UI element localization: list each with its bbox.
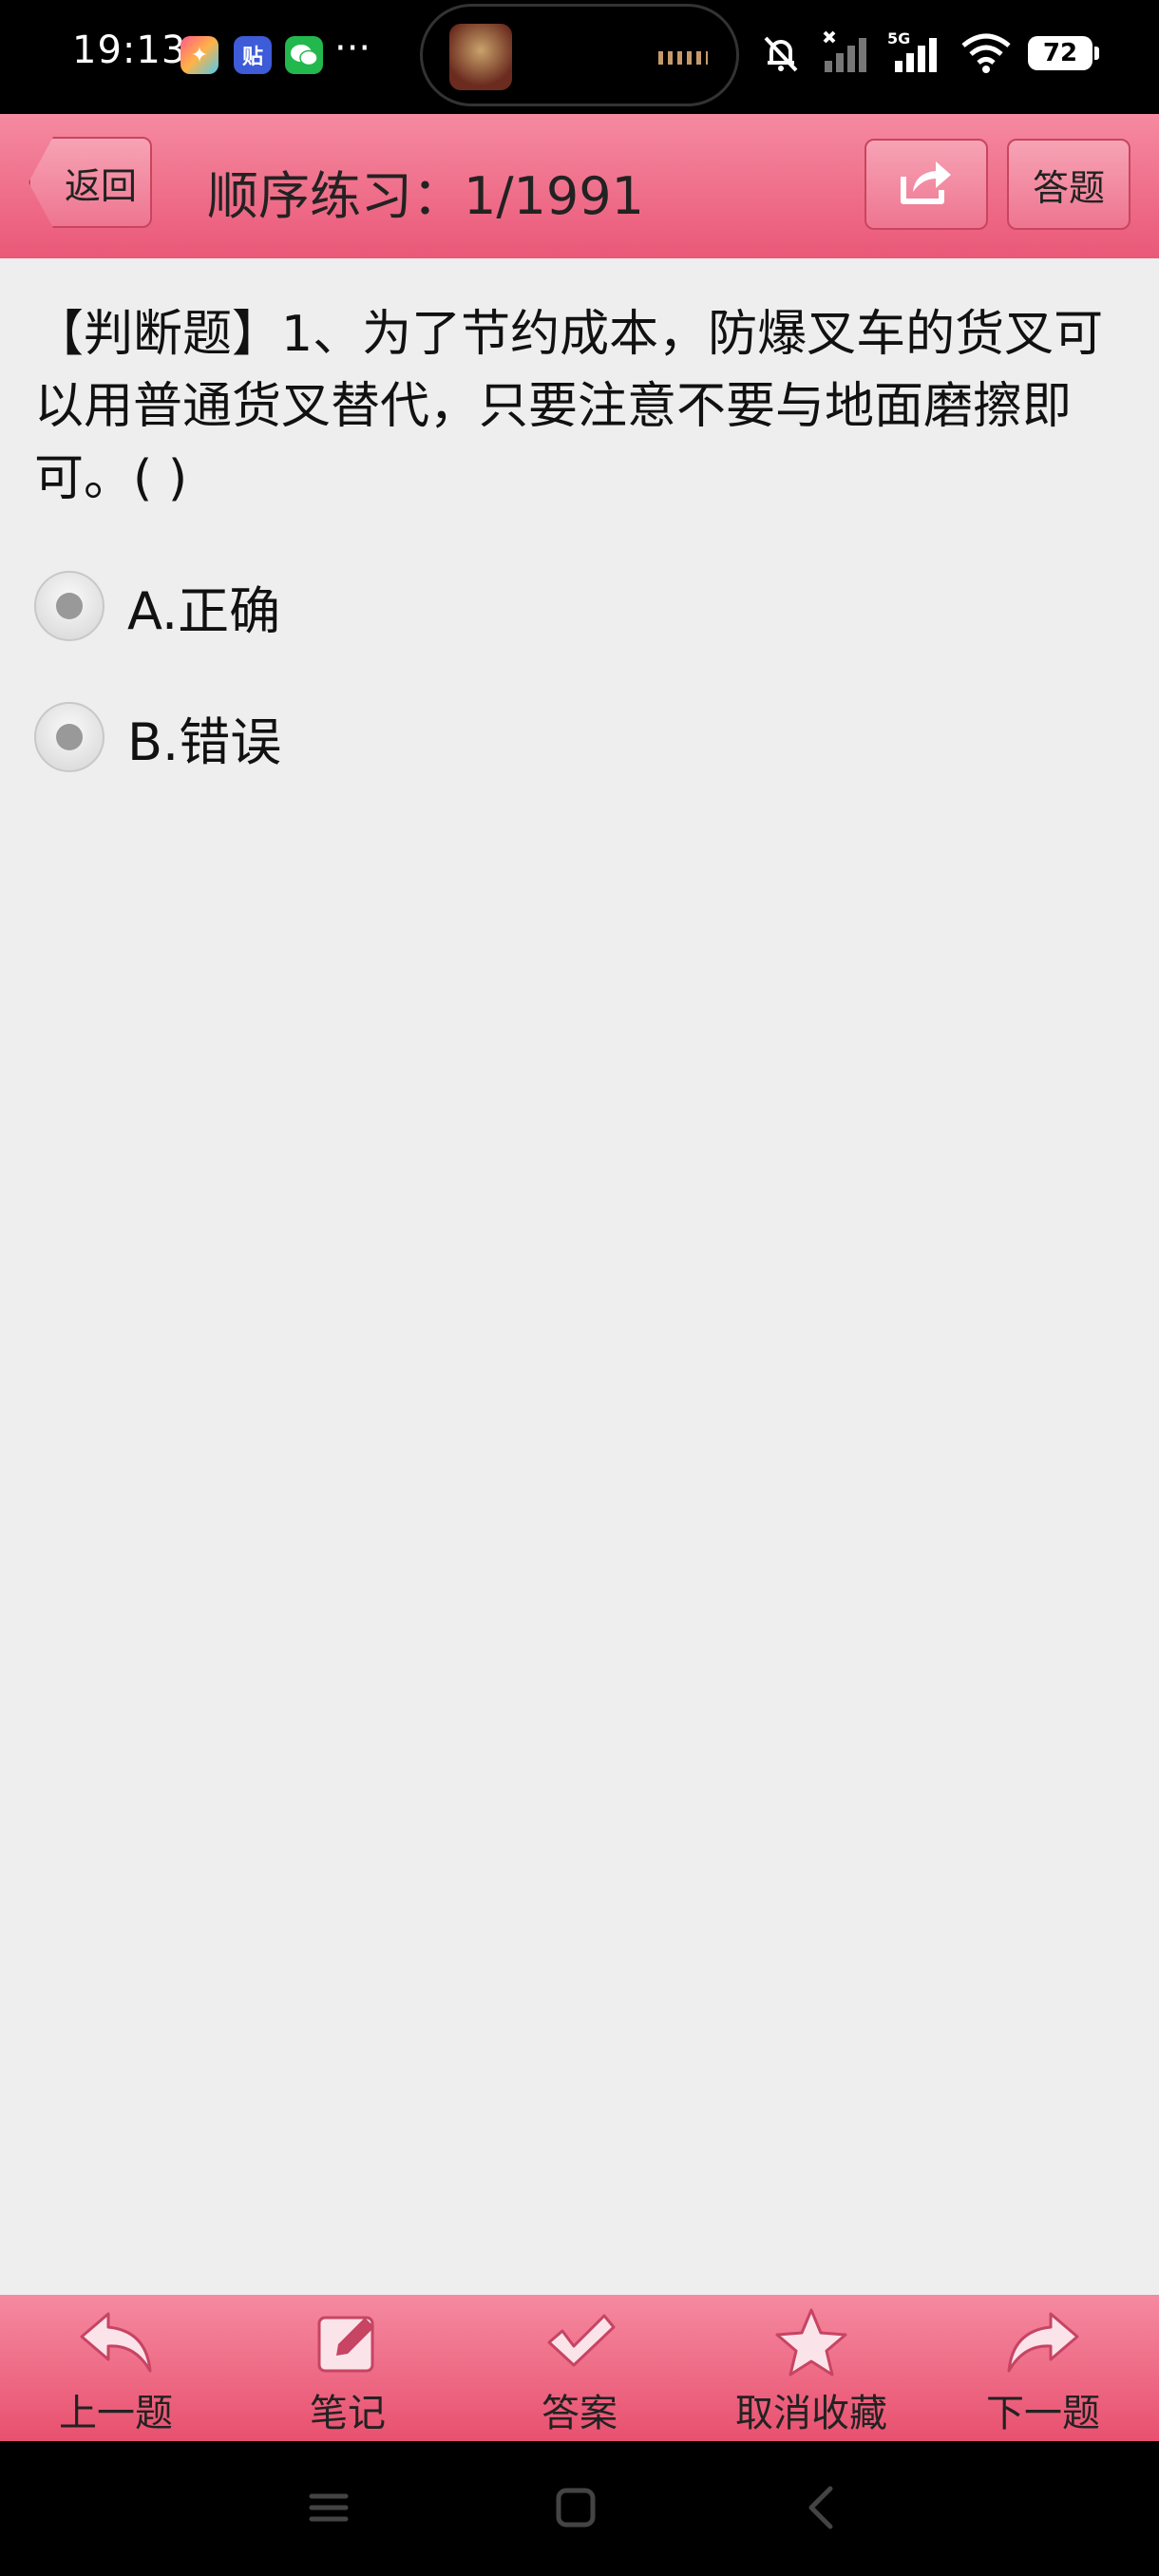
- more-notifications-icon: ···: [334, 27, 371, 70]
- tieba-icon: 贴: [234, 36, 272, 74]
- bottom-toolbar: 上一题 笔记 答案 取消收藏 下一题: [0, 2295, 1159, 2441]
- note-button[interactable]: 笔记: [232, 2295, 464, 2441]
- mute-icon: [758, 30, 804, 76]
- option-a[interactable]: A.正确: [34, 568, 280, 644]
- app-header: 返回 顺序练习：1/1991 答题: [0, 114, 1159, 258]
- battery-indicator: 72: [1028, 36, 1099, 70]
- back-button[interactable]: 返回: [28, 137, 152, 228]
- signal-sim1-icon: [821, 30, 870, 76]
- checkmark-icon: [542, 2306, 618, 2380]
- prev-question-button[interactable]: 上一题: [0, 2295, 232, 2441]
- option-a-label: A.正确: [127, 580, 281, 641]
- show-answer-button[interactable]: 答案: [464, 2295, 695, 2441]
- question-text: 【判断题】1、为了节约成本，防爆叉车的货叉可以用普通货叉替代，只要注意不要与地面…: [34, 306, 1104, 507]
- prev-question-label: 上一题: [59, 2392, 173, 2435]
- option-b-label: B.错误: [127, 711, 282, 772]
- page-title: 顺序练习：1/1991: [207, 166, 644, 226]
- status-indicators: 5G 72: [758, 25, 1099, 82]
- next-question-button[interactable]: 下一题: [927, 2295, 1159, 2441]
- note-label: 笔记: [310, 2392, 386, 2435]
- signal-5g-icon: 5G: [887, 30, 944, 76]
- unfavorite-button[interactable]: 取消收藏: [695, 2295, 927, 2441]
- home-icon[interactable]: [547, 2479, 604, 2536]
- star-icon: [773, 2306, 849, 2380]
- answer-mode-button[interactable]: 答题: [1007, 139, 1130, 230]
- media-thumbnail: [449, 24, 512, 90]
- back-nav-icon[interactable]: [794, 2479, 851, 2536]
- system-navigation-bar: [0, 2441, 1159, 2576]
- share-button[interactable]: [864, 139, 988, 230]
- reply-arrow-icon: [76, 2306, 156, 2380]
- wechat-icon: [285, 36, 323, 74]
- share-icon: [898, 158, 955, 211]
- wifi-icon: [961, 32, 1011, 74]
- radio-button-b[interactable]: [34, 702, 104, 772]
- audio-wave-icon: [658, 51, 708, 65]
- menu-icon[interactable]: [300, 2479, 357, 2536]
- unfavorite-label: 取消收藏: [735, 2392, 887, 2435]
- radio-button-a[interactable]: [34, 571, 104, 641]
- dynamic-island[interactable]: [420, 4, 739, 106]
- next-question-label: 下一题: [986, 2392, 1100, 2435]
- game-center-icon: ✦: [180, 36, 218, 74]
- status-bar: 19:13 ✦ 贴 ··· 5G 72: [0, 0, 1159, 114]
- forward-arrow-icon: [1003, 2306, 1083, 2380]
- show-answer-label: 答案: [542, 2392, 618, 2435]
- option-b[interactable]: B.错误: [34, 699, 281, 775]
- edit-note-icon: [310, 2306, 386, 2380]
- svg-text:5G: 5G: [887, 30, 910, 47]
- status-time: 19:13: [72, 28, 187, 72]
